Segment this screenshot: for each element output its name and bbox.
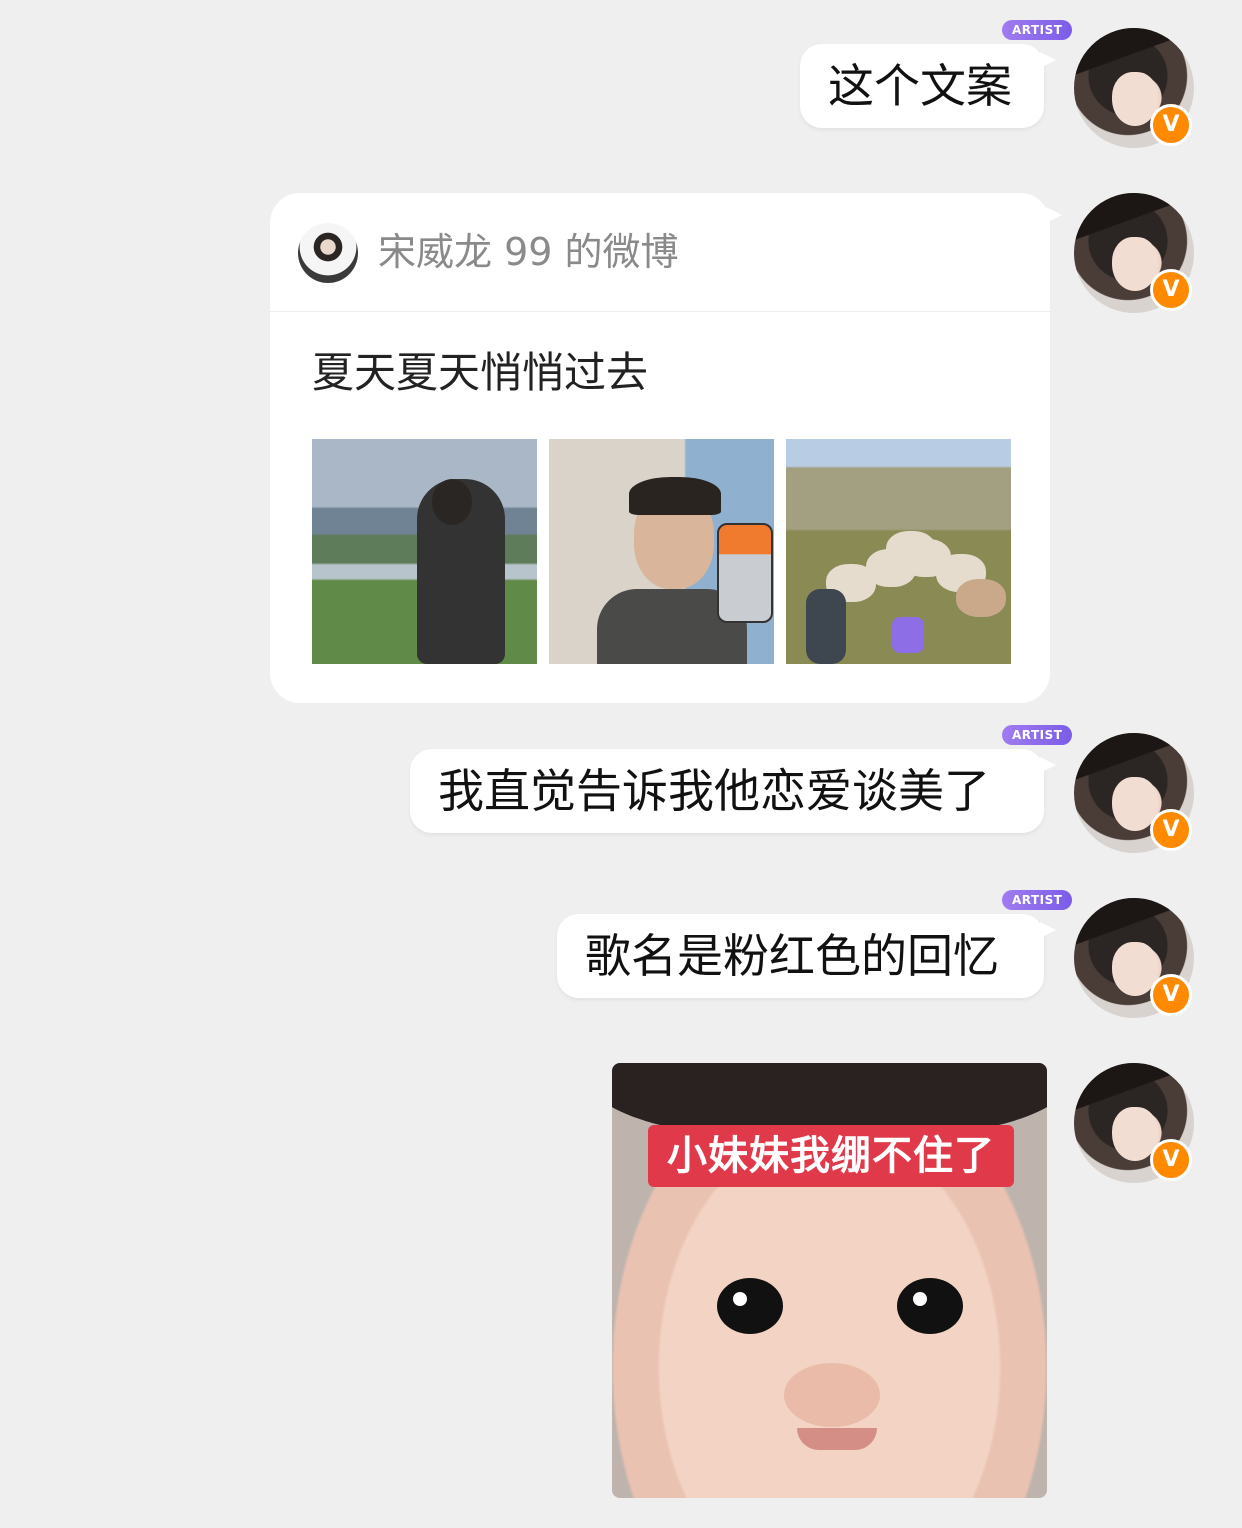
photo-hair: [629, 477, 721, 515]
artist-tag: ARTIST: [1002, 20, 1073, 40]
mascot-icon: [892, 617, 924, 653]
phone-icon: [717, 523, 773, 623]
sheep: [886, 531, 936, 569]
photo-person: [806, 589, 846, 664]
card-image-sheep[interactable]: [786, 439, 1011, 664]
card-content: 夏天夏天悄悄过去: [312, 348, 649, 397]
sticker-eye: [897, 1278, 963, 1334]
card-image-selfie[interactable]: [549, 439, 774, 664]
message-text: 歌名是粉红色的回忆: [585, 929, 999, 983]
message-bubble[interactable]: 我直觉告诉我他恋爱谈美了: [410, 749, 1056, 833]
sender-avatar[interactable]: V: [1074, 898, 1194, 1018]
sticker-image[interactable]: 小妹妹我绷不住了: [612, 1063, 1047, 1498]
message-bubble[interactable]: 歌名是粉红色的回忆: [557, 914, 1056, 998]
author-avatar: [298, 223, 358, 283]
sender-avatar[interactable]: V: [1074, 733, 1194, 853]
sticker-nose: [784, 1363, 880, 1427]
photo-person-head: [432, 479, 472, 525]
sender-avatar[interactable]: V: [1074, 28, 1194, 148]
verified-icon: V: [1150, 809, 1192, 851]
verified-icon: V: [1150, 104, 1192, 146]
artist-tag: ARTIST: [1002, 890, 1073, 910]
verified-icon: V: [1150, 269, 1192, 311]
sender-avatar[interactable]: V: [1074, 193, 1194, 313]
sticker-mouth: [797, 1428, 877, 1450]
artist-tag: ARTIST: [1002, 725, 1073, 745]
card-image-riverside[interactable]: [312, 439, 537, 664]
card-author: 宋威龙 99 的微博: [378, 230, 679, 274]
sheep: [956, 579, 1006, 617]
message-text: 这个文案: [828, 59, 1012, 113]
sender-avatar[interactable]: V: [1074, 1063, 1194, 1183]
verified-icon: V: [1150, 974, 1192, 1016]
message-bubble[interactable]: 这个文案: [800, 44, 1056, 128]
message-text: 我直觉告诉我他恋爱谈美了: [438, 764, 990, 818]
sticker-eye: [717, 1278, 783, 1334]
verified-icon: V: [1150, 1139, 1192, 1181]
sticker-caption: 小妹妹我绷不住了: [648, 1125, 1014, 1187]
weibo-share-card[interactable]: 宋威龙 99 的微博 夏天夏天悄悄过去: [270, 193, 1062, 703]
card-header[interactable]: 宋威龙 99 的微博: [270, 193, 1050, 312]
